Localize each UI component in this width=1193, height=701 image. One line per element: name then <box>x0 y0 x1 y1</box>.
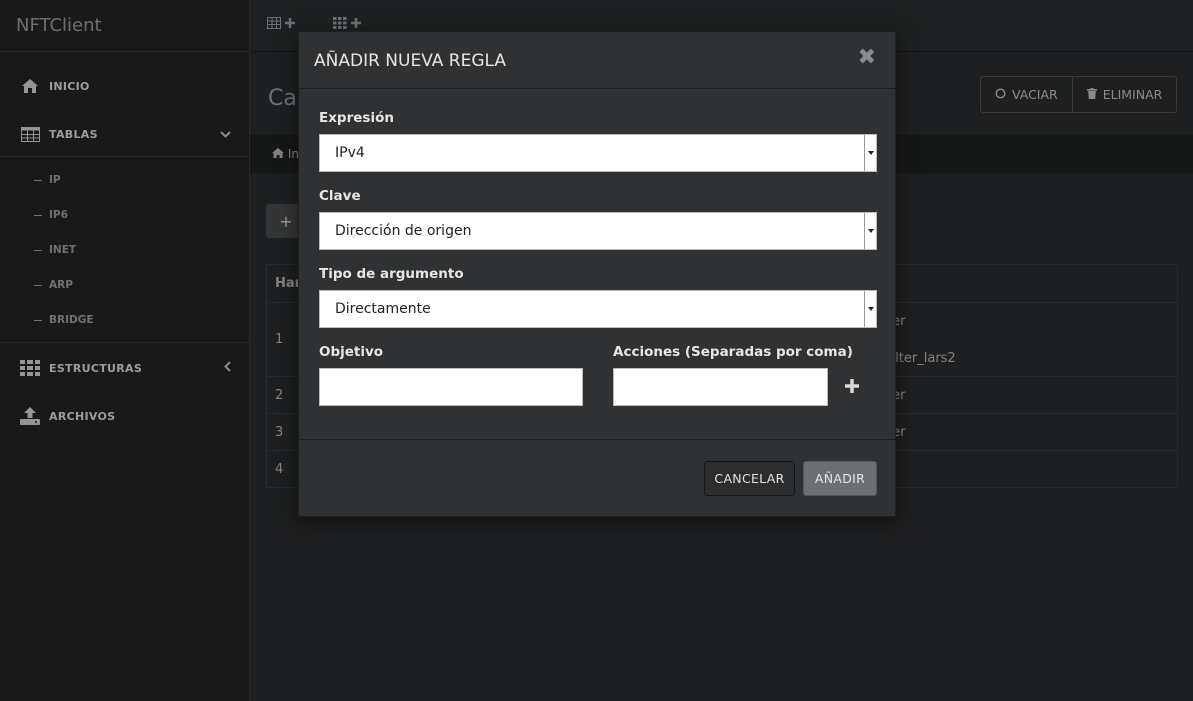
caret-down-icon <box>864 213 876 249</box>
add-rule-modal: AÑADIR NUEVA REGLA ✖ Expresión IPv4 Clav… <box>298 31 896 517</box>
cancel-button[interactable]: CANCELAR <box>704 461 795 496</box>
acciones-label: Acciones (Separadas por coma) <box>613 344 853 360</box>
tipo-argumento-value: Directamente <box>335 301 431 317</box>
caret-down-icon <box>864 135 876 171</box>
clave-label: Clave <box>319 188 361 204</box>
clave-select[interactable]: Dirección de origen <box>319 212 877 250</box>
objetivo-label: Objetivo <box>319 344 384 360</box>
plus-icon <box>844 372 860 400</box>
expresion-label: Expresión <box>319 110 394 126</box>
clave-value: Dirección de origen <box>335 223 472 239</box>
acciones-input[interactable] <box>613 368 828 406</box>
tipo-argumento-label: Tipo de argumento <box>319 266 464 282</box>
close-icon[interactable]: ✖ <box>858 45 876 70</box>
tipo-argumento-select[interactable]: Directamente <box>319 290 877 328</box>
expresion-select[interactable]: IPv4 <box>319 134 877 172</box>
add-button[interactable]: AÑADIR <box>803 461 877 496</box>
objetivo-input[interactable] <box>319 368 583 406</box>
modal-header: AÑADIR NUEVA REGLA ✖ <box>299 32 895 89</box>
caret-down-icon <box>864 291 876 327</box>
expresion-value: IPv4 <box>335 145 365 161</box>
modal-title: AÑADIR NUEVA REGLA <box>314 51 506 71</box>
add-action-button[interactable] <box>844 372 860 400</box>
modal-footer: CANCELAR AÑADIR <box>299 439 895 516</box>
